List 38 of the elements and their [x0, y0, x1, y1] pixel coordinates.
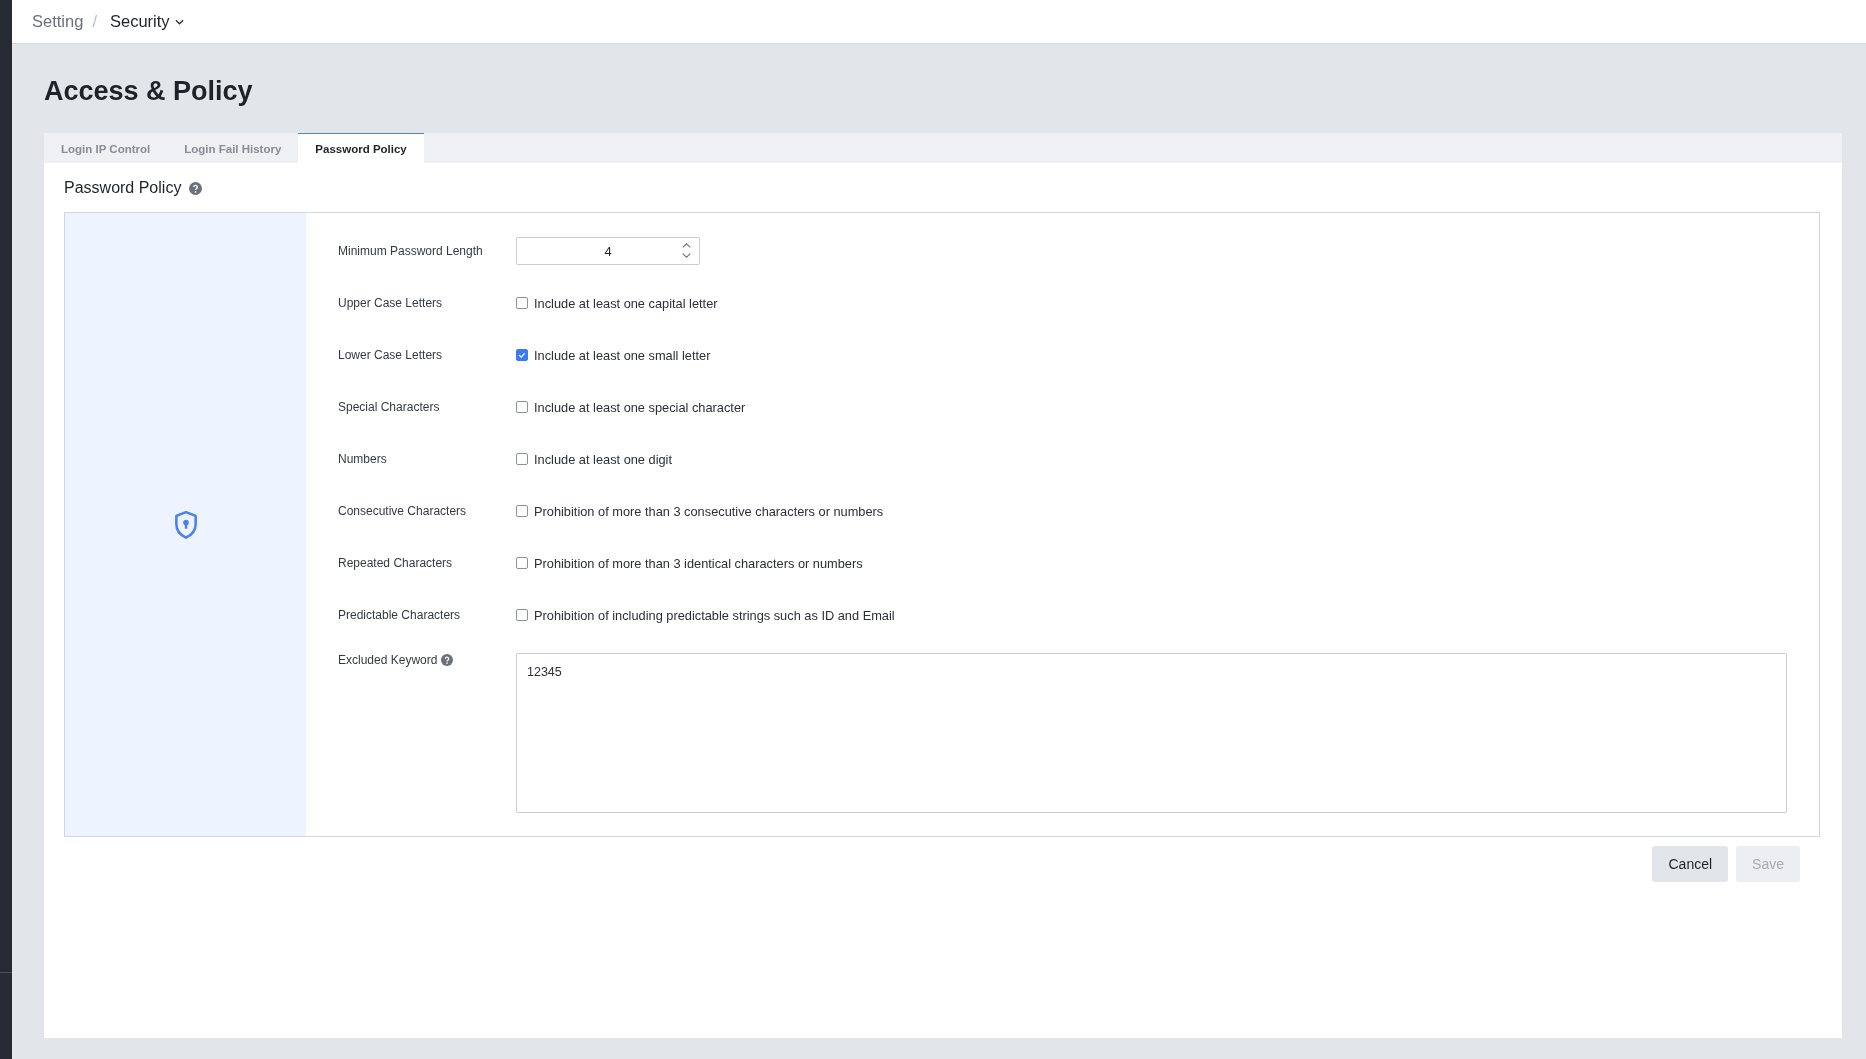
checkbox-label: Include at least one small letter: [534, 347, 711, 363]
chevron-up-icon[interactable]: [682, 243, 691, 248]
field-label: Repeated Characters: [338, 556, 453, 570]
help-icon[interactable]: [441, 654, 454, 666]
checkbox[interactable]: [516, 349, 528, 361]
chevron-down-icon: [174, 18, 184, 25]
field-label: Minimum Password Length: [338, 244, 483, 258]
section-title: Password Policy: [64, 179, 182, 197]
page-title: Access & Policy: [44, 75, 253, 108]
field-label: Lower Case Letters: [338, 348, 443, 362]
checkbox[interactable]: [516, 557, 528, 569]
checkbox[interactable]: [516, 297, 528, 309]
breadcrumb-link[interactable]: Setting: [32, 12, 84, 31]
field-label: Special Characters: [338, 400, 440, 414]
number-field[interactable]: 4: [516, 237, 700, 265]
checkbox-label: Prohibition of more than 3 consecutive characters or numbers: [534, 503, 884, 519]
field-label: Numbers: [338, 452, 387, 466]
checkbox-label: Include at least one special character: [534, 399, 746, 415]
breadcrumb-separator: /: [92, 12, 97, 31]
breadcrumb-dropdown[interactable]: Security: [109, 12, 184, 31]
shield-keyhole-icon: [172, 509, 199, 540]
cancel-button[interactable]: Cancel: [1652, 846, 1729, 882]
checkbox-label: Include at least one capital letter: [534, 295, 718, 311]
checkbox-label: Prohibition of including predictable strings such as ID and Email: [534, 607, 895, 623]
field-label: Upper Case Letters: [338, 296, 443, 310]
field-label: Consecutive Characters: [338, 504, 467, 518]
help-icon[interactable]: [189, 181, 203, 195]
checkbox[interactable]: [516, 401, 528, 413]
checkbox-label: Include at least one digit: [534, 451, 673, 467]
tab[interactable]: Password Policy: [298, 133, 424, 163]
checkbox[interactable]: [516, 609, 528, 621]
checkbox[interactable]: [516, 453, 528, 465]
field-label: Excluded Keyword: [338, 653, 438, 667]
chevron-down-icon[interactable]: [682, 253, 691, 258]
checkbox[interactable]: [516, 505, 528, 517]
field-label: Predictable Characters: [338, 608, 461, 622]
checkbox-label: Prohibition of more than 3 identical characters or numbers: [534, 555, 863, 571]
keyword-textarea[interactable]: 12345: [516, 653, 1787, 813]
